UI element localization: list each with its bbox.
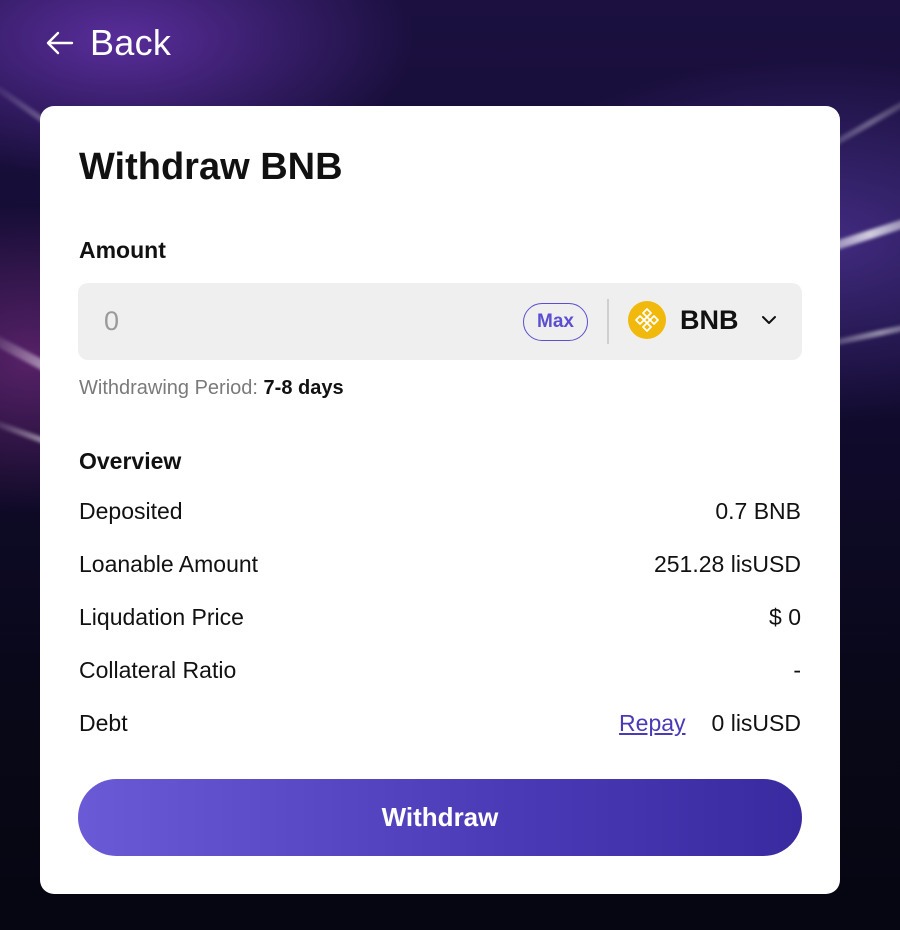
withdrawing-period: Withdrawing Period: 7-8 days [79,377,344,400]
row-value: $ 0 [769,604,801,630]
bnb-token-icon [628,301,666,339]
token-selector[interactable]: BNB [628,301,779,339]
overview-title: Overview [79,448,182,474]
amount-input[interactable] [104,301,504,341]
row-value: 251.28 lisUSD [653,551,801,577]
token-name: BNB [680,304,739,335]
repay-link[interactable]: Repay [619,710,685,737]
back-button[interactable]: Back [44,22,171,64]
back-label: Back [90,22,172,63]
row-value: 0 lisUSD [711,710,801,736]
period-value: 7-8 days [263,377,344,399]
page-title: Withdraw BNB [79,146,343,188]
withdraw-button[interactable]: Withdraw [78,779,802,856]
row-value: 0.7 BNB [715,498,801,524]
amount-field-container: Max BNB [78,283,802,360]
row-value: - [793,657,801,683]
withdraw-card: Withdraw BNB Amount Max BNB Withd [40,106,840,894]
row-label: Liqudation Price [79,604,244,630]
arrow-left-icon [46,31,74,55]
period-label: Withdrawing Period: [79,377,258,399]
overview-row-deposited: Deposited 0.7 BNB [79,498,801,525]
overview-row-liquidation-price: Liqudation Price $ 0 [79,604,801,631]
divider [607,299,609,344]
row-label: Collateral Ratio [79,657,237,683]
amount-label: Amount [79,237,166,263]
row-label: Debt [79,710,128,736]
max-button[interactable]: Max [523,303,588,341]
overview-row-loanable-amount: Loanable Amount 251.28 lisUSD [79,551,801,578]
overview-row-collateral-ratio: Collateral Ratio - [79,657,801,684]
row-label: Loanable Amount [79,551,259,577]
debt-value-group: Repay 0 lisUSD [619,710,801,737]
row-label: Deposited [79,498,183,524]
chevron-down-icon [761,316,776,324]
overview-row-debt: Debt Repay 0 lisUSD [79,710,801,737]
